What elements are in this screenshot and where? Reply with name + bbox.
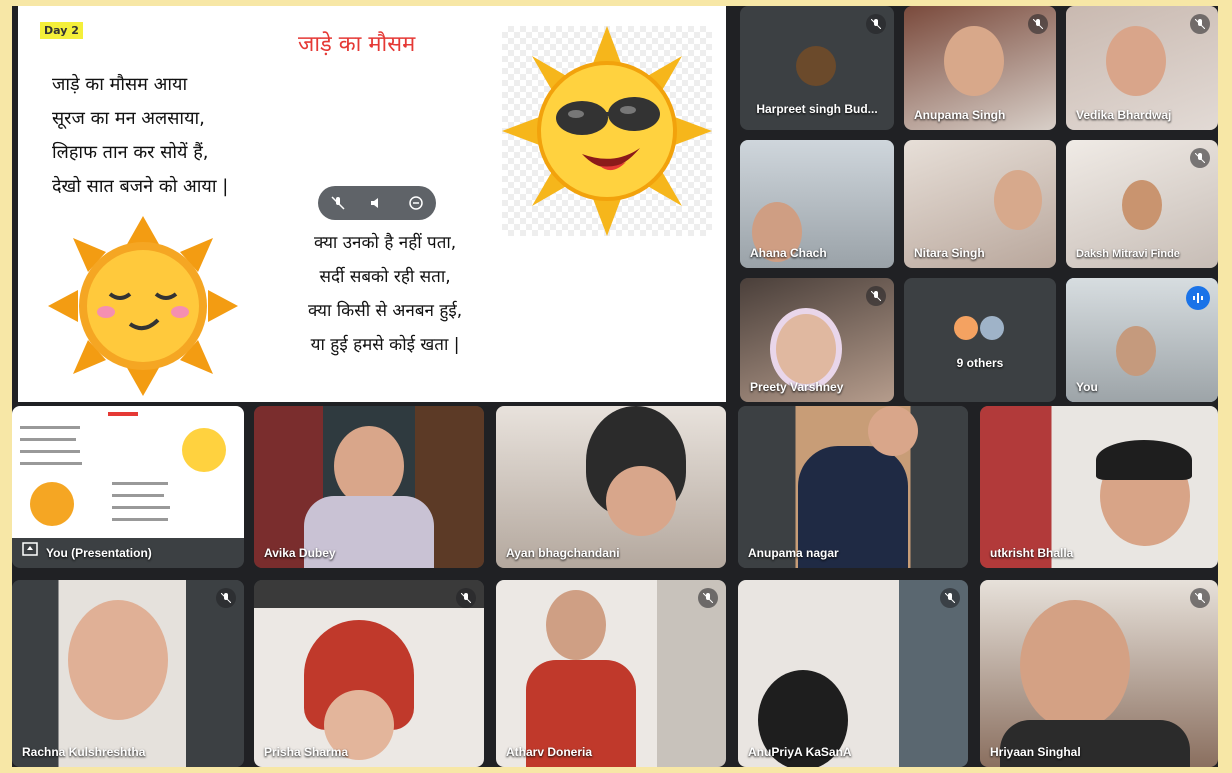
mic-off-icon [1028, 14, 1048, 34]
participant-name: Preety Varshney [750, 380, 844, 394]
mic-off-icon [866, 286, 886, 306]
avatar [334, 426, 404, 506]
poem-line: या हुई हमसे कोई खता | [310, 335, 460, 355]
avatar [68, 600, 168, 720]
participant-tile[interactable]: Nitara Singh [904, 140, 1056, 268]
avatar [796, 46, 836, 86]
participant-name: Anupama Singh [914, 108, 1006, 122]
participant-name: Avika Dubey [264, 546, 336, 560]
avatar [868, 406, 918, 456]
hair [1096, 440, 1192, 480]
participant-tile[interactable]: Daksh Mitravi Finde [1066, 140, 1218, 268]
poem-line: लिहाफ तान कर सोयें हैं, [52, 142, 209, 163]
presentation-tile[interactable]: You (Presentation) [12, 406, 244, 568]
mic-off-icon [940, 588, 960, 608]
participant-tile[interactable]: AnuPriyA KaSanA [738, 580, 968, 767]
participant-tile[interactable]: utkrisht Bhalla [980, 406, 1218, 568]
presenter-controls [318, 186, 436, 220]
avatar [1122, 180, 1162, 230]
participant-tile[interactable]: Rachna Kulshreshtha [12, 580, 244, 767]
participant-name: Atharv Doneria [506, 745, 593, 759]
self-tile[interactable]: You [1066, 278, 1218, 402]
participant-name: AnuPriyA KaSanA [748, 745, 852, 759]
cool-sun-image [502, 26, 712, 236]
participant-tile[interactable]: Avika Dubey [254, 406, 484, 568]
avatar [944, 26, 1004, 96]
avatar [954, 316, 978, 340]
avatar [994, 170, 1042, 230]
presentation-icon [22, 541, 38, 560]
participant-tile[interactable]: Ahana Chach [740, 140, 894, 268]
avatar [1106, 26, 1166, 96]
participant-tile[interactable]: Atharv Doneria [496, 580, 726, 767]
mic-off-icon [698, 588, 718, 608]
participant-tile[interactable]: Prisha Sharma [254, 580, 484, 767]
avatar [546, 590, 606, 660]
participant-tile[interactable]: Harpreet singh Bud... [740, 6, 894, 130]
participant-tile[interactable]: Anupama Singh [904, 6, 1056, 130]
avatar [1020, 600, 1130, 730]
mic-off-icon[interactable] [325, 190, 351, 216]
participant-tile[interactable]: Ayan bhagchandani [496, 406, 726, 568]
jacket [1000, 720, 1190, 767]
poem-line: क्या उनको है नहीं पता, [313, 233, 457, 253]
avatar [770, 308, 842, 390]
meet-grid: Day 2 जाड़े का मौसम जाड़े का मौसम आया सू… [12, 6, 1218, 767]
participant-name: Daksh Mitravi Finde [1076, 248, 1180, 260]
participant-tile[interactable]: Vedika Bhardwaj [1066, 6, 1218, 130]
poem-right: क्या उनको है नहीं पता, सर्दी सबको रही सत… [308, 226, 462, 362]
remove-icon[interactable] [403, 190, 429, 216]
avatar [606, 466, 676, 536]
poem-line: देखो सात बजने को आया | [52, 176, 229, 197]
participant-name: Hriyaan Singhal [990, 745, 1081, 759]
participant-name: Anupama nagar [748, 546, 839, 560]
mic-off-icon [1190, 148, 1210, 168]
poem-line: क्या किसी से अनबन हुई, [308, 301, 463, 321]
speaking-indicator-icon [1186, 286, 1210, 310]
poem-line: सर्दी सबको रही सता, [319, 267, 451, 287]
participant-name: Rachna Kulshreshtha [22, 745, 146, 759]
day-label: Day 2 [40, 22, 83, 39]
participant-tile[interactable]: Preety Varshney [740, 278, 894, 402]
poem-line: सूरज का मन अलसाया, [52, 108, 205, 129]
presentation-thumbnail [12, 406, 244, 538]
participant-tile[interactable]: Anupama nagar [738, 406, 968, 568]
avatar [1116, 326, 1156, 376]
participant-name: Ayan bhagchandani [506, 546, 620, 560]
participant-tile[interactable]: Hriyaan Singhal [980, 580, 1218, 767]
participant-name: Prisha Sharma [264, 745, 349, 759]
participant-name: You [1076, 380, 1098, 394]
others-tile[interactable]: 9 others [904, 278, 1056, 402]
mic-off-icon [216, 588, 236, 608]
participant-name: Nitara Singh [914, 246, 985, 260]
participant-name: Ahana Chach [750, 246, 827, 260]
poem-line: जाड़े का मौसम आया [52, 74, 188, 95]
participant-name: utkrisht Bhalla [990, 546, 1074, 560]
mic-off-icon [456, 588, 476, 608]
mic-off-icon [866, 14, 886, 34]
presentation-slide: Day 2 जाड़े का मौसम जाड़े का मौसम आया सू… [18, 6, 726, 402]
sleepy-sun-image [48, 216, 238, 396]
mic-off-icon [1190, 588, 1210, 608]
participant-name: You (Presentation) [46, 546, 152, 560]
mic-off-icon [1190, 14, 1210, 34]
poem-left: जाड़े का मौसम आया सूरज का मन अलसाया, लिह… [52, 68, 228, 204]
participant-name: Vedika Bhardwaj [1076, 108, 1172, 122]
avatar [980, 316, 1004, 340]
others-count: 9 others [956, 356, 1004, 370]
others-avatars [954, 316, 1004, 340]
participant-name: Harpreet singh Bud... [756, 102, 878, 116]
volume-icon[interactable] [364, 190, 390, 216]
slide-title: जाड़े का मौसम [298, 32, 416, 57]
